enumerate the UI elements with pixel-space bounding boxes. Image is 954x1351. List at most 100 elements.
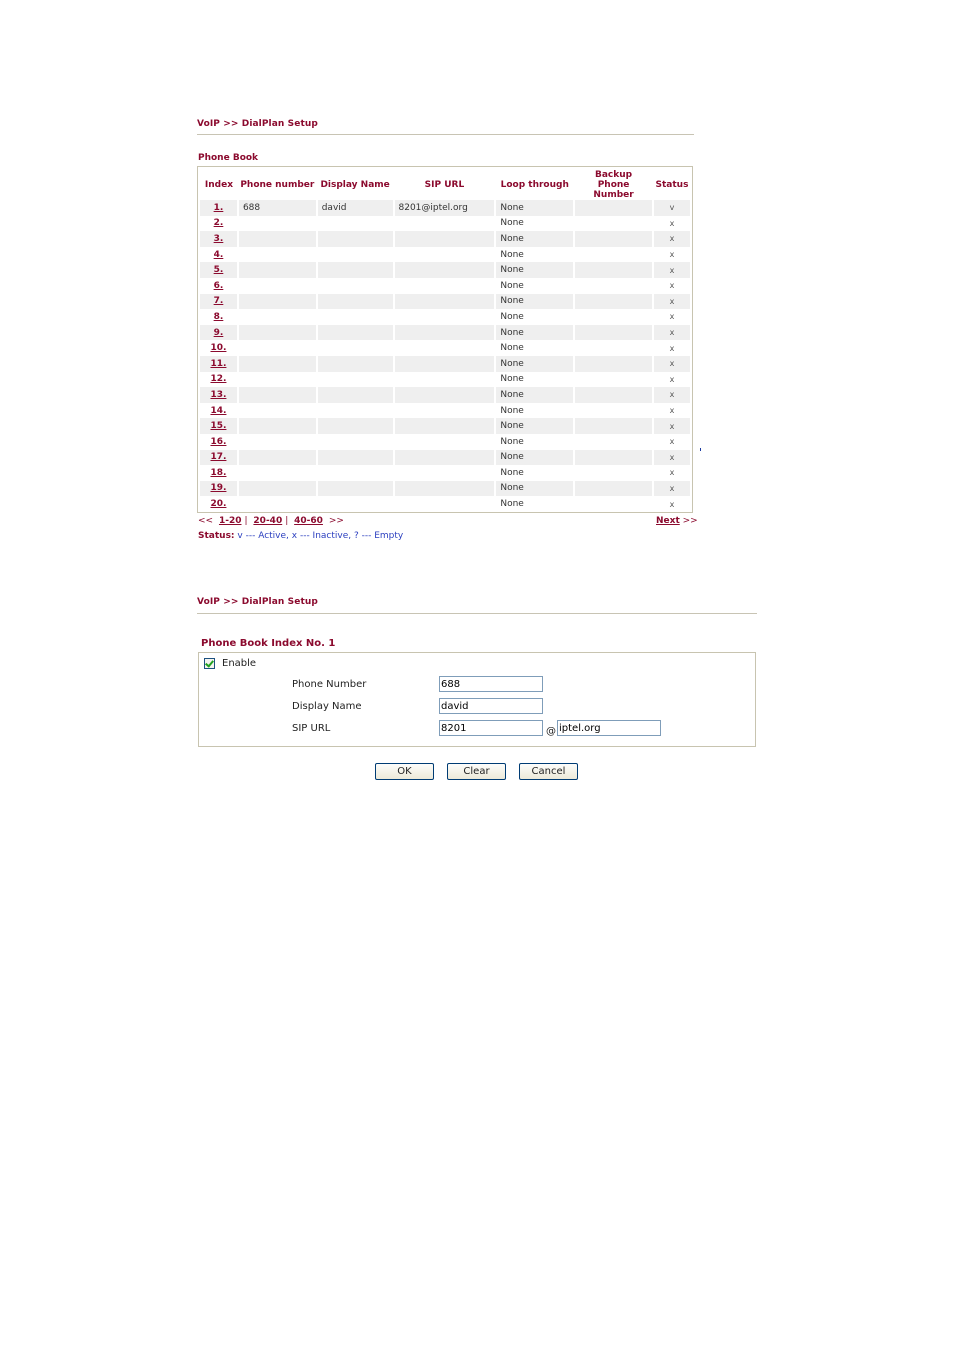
- index-cell: 10.: [200, 340, 239, 356]
- status-cell: x: [652, 480, 693, 497]
- index-cell: 20.: [200, 496, 239, 512]
- status-cell: x: [652, 371, 693, 388]
- index-cell: 3.: [200, 231, 239, 247]
- table-row: 8. None x: [200, 309, 693, 325]
- index-link[interactable]: 10.: [210, 343, 226, 353]
- next-link[interactable]: Next: [656, 516, 680, 526]
- enable-checkbox[interactable]: [204, 658, 215, 669]
- table-header-row: Index Phone number Display Name SIP URL …: [200, 170, 691, 200]
- display-name-cell: [316, 246, 395, 263]
- status-cell: x: [652, 309, 693, 325]
- index-link[interactable]: 16.: [210, 437, 226, 447]
- sip-url-cell: [393, 355, 497, 372]
- display-name-cell: [316, 215, 395, 232]
- loop-through-cell: None: [495, 496, 576, 512]
- backup-phone-cell: [574, 433, 654, 450]
- status-legend: Status: v --- Active, x --- Inactive, ? …: [198, 531, 403, 541]
- cancel-button[interactable]: Cancel: [519, 763, 578, 780]
- phone-number-cell: [237, 340, 318, 356]
- table-row: 17. None x: [200, 449, 693, 466]
- backup-phone-cell: [574, 262, 654, 278]
- index-link[interactable]: 1.: [214, 203, 224, 213]
- column-header-display-name: Display Name: [320, 180, 390, 190]
- loop-through-cell: None: [495, 433, 576, 450]
- display-name-input[interactable]: [439, 698, 543, 714]
- clear-button[interactable]: Clear: [447, 763, 506, 780]
- backup-phone-cell: [574, 309, 654, 325]
- loop-through-cell: None: [495, 355, 576, 372]
- index-link[interactable]: 3.: [214, 234, 224, 244]
- display-name-label: Display Name: [292, 701, 362, 712]
- display-name-cell: [316, 449, 395, 466]
- sip-url-cell: [393, 496, 497, 512]
- phone-number-cell: [237, 277, 318, 294]
- index-link[interactable]: 13.: [210, 390, 226, 400]
- pager-more[interactable]: >>: [329, 516, 344, 526]
- edit-section-title: Phone Book Index No. 1: [201, 638, 336, 649]
- column-header-loop-through: Loop through: [500, 180, 569, 190]
- index-cell: 5.: [200, 262, 239, 278]
- table-row: 10. None x: [200, 340, 693, 356]
- status-cell: x: [652, 262, 693, 278]
- status-cell: x: [652, 418, 693, 434]
- sip-url-cell: [393, 449, 497, 466]
- status-cell: x: [652, 246, 693, 263]
- pagination: << 1-20 | 20-40 | 40-60 >>: [198, 516, 344, 526]
- table-row: 13. None x: [200, 387, 693, 403]
- sip-url-domain-input[interactable]: [557, 720, 661, 736]
- loop-through-cell: None: [495, 262, 576, 278]
- status-cell: x: [652, 215, 693, 232]
- index-link[interactable]: 5.: [214, 265, 224, 275]
- status-cell: x: [652, 465, 693, 481]
- phone-number-cell: 688: [237, 200, 318, 216]
- backup-phone-cell: [574, 496, 654, 512]
- index-link[interactable]: 9.: [214, 328, 224, 338]
- sip-url-cell: [393, 231, 497, 247]
- phone-number-cell: [237, 262, 318, 278]
- phone-number-cell: [237, 496, 318, 512]
- status-cell: x: [652, 324, 693, 341]
- phone-number-input[interactable]: [439, 676, 543, 692]
- index-link[interactable]: 6.: [214, 281, 224, 291]
- enable-toggle[interactable]: Enable: [204, 658, 256, 669]
- breadcrumb: VoIP >> DialPlan Setup: [197, 119, 318, 129]
- index-link[interactable]: 2.: [214, 218, 224, 228]
- index-link[interactable]: 8.: [214, 312, 224, 322]
- table-row: 14. None x: [200, 402, 693, 419]
- phone-book-rows: 1. 688 david 8201@iptel.org None v 2. None x 3. No…: [200, 200, 693, 512]
- display-name-cell: [316, 324, 395, 341]
- sip-url-cell: 8201@iptel.org: [393, 200, 497, 216]
- index-link[interactable]: 14.: [210, 406, 226, 416]
- phone-number-cell: [237, 418, 318, 434]
- index-link[interactable]: 20.: [210, 499, 226, 509]
- display-name-cell: [316, 465, 395, 481]
- index-link[interactable]: 12.: [210, 374, 226, 384]
- sip-url-cell: [393, 433, 497, 450]
- index-link[interactable]: 19.: [210, 483, 226, 493]
- index-link[interactable]: 4.: [214, 250, 224, 260]
- backup-phone-cell: [574, 231, 654, 247]
- ok-button[interactable]: OK: [375, 763, 434, 780]
- backup-phone-cell: [574, 371, 654, 388]
- loop-through-cell: None: [495, 402, 576, 419]
- index-cell: 14.: [200, 402, 239, 419]
- page-link-40-60[interactable]: 40-60: [294, 516, 323, 526]
- sip-url-user-input[interactable]: [439, 720, 543, 736]
- index-link[interactable]: 17.: [210, 452, 226, 462]
- index-link[interactable]: 7.: [214, 296, 224, 306]
- page-link-20-40[interactable]: 20-40: [253, 516, 282, 526]
- index-link[interactable]: 11.: [210, 359, 226, 369]
- loop-through-cell: None: [495, 277, 576, 294]
- loop-through-cell: None: [495, 449, 576, 466]
- edit-breadcrumb: VoIP >> DialPlan Setup: [197, 597, 318, 607]
- pager-prev[interactable]: <<: [198, 516, 213, 526]
- sip-url-label: SIP URL: [292, 723, 331, 734]
- table-row: 11. None x: [200, 355, 693, 372]
- sip-url-cell: [393, 387, 497, 403]
- index-link[interactable]: 15.: [210, 421, 226, 431]
- phone-number-cell: [237, 371, 318, 388]
- index-link[interactable]: 18.: [210, 468, 226, 478]
- phone-book-table: Index Phone number Display Name SIP URL …: [200, 170, 693, 512]
- page-link-1-20[interactable]: 1-20: [219, 516, 242, 526]
- table-row: 9. None x: [200, 324, 693, 341]
